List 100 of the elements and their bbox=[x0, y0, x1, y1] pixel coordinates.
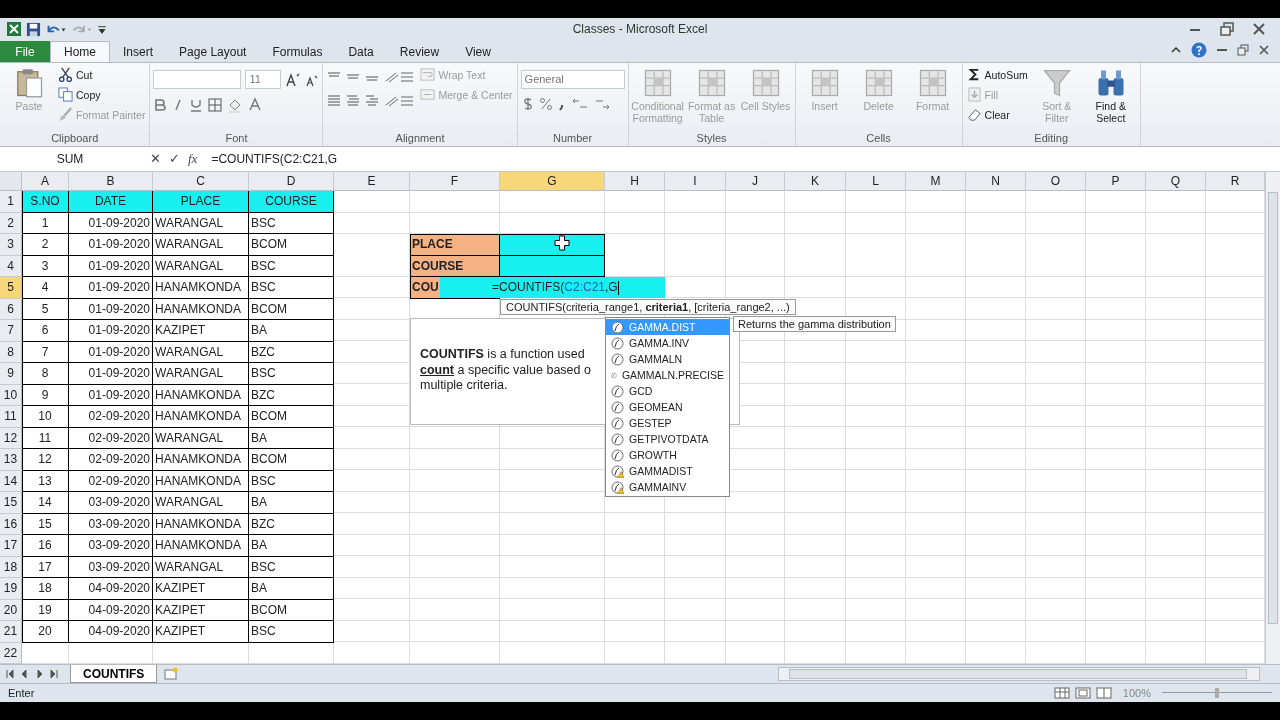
row-header[interactable]: 15 bbox=[0, 492, 22, 514]
ribbon-button[interactable]: Clear bbox=[965, 106, 1029, 123]
row-header[interactable]: 6 bbox=[0, 298, 22, 320]
zoom-slider[interactable] bbox=[1162, 687, 1272, 699]
row-header[interactable]: 19 bbox=[0, 578, 22, 600]
column-header[interactable]: F bbox=[410, 172, 500, 191]
autocomplete-item[interactable]: GCD bbox=[606, 383, 729, 399]
row-header[interactable]: 20 bbox=[0, 599, 22, 621]
ribbon-button[interactable]: Cut bbox=[57, 66, 147, 83]
close-icon[interactable] bbox=[1252, 22, 1266, 36]
align-icon[interactable] bbox=[345, 94, 362, 108]
column-header[interactable]: L bbox=[846, 172, 906, 191]
autocomplete-item[interactable]: GETPIVOTDATA bbox=[606, 431, 729, 447]
font-name-field[interactable] bbox=[153, 70, 242, 89]
criteria-value-cell[interactable] bbox=[500, 255, 605, 277]
number-format-field[interactable]: General bbox=[520, 70, 625, 89]
autocomplete-item[interactable]: GAMMA.INV bbox=[606, 335, 729, 351]
row-header[interactable]: 7 bbox=[0, 320, 22, 342]
sheet-tab[interactable]: COUNTIFS bbox=[70, 665, 158, 683]
name-box[interactable]: SUM bbox=[0, 152, 140, 166]
horizontal-scrollbar[interactable] bbox=[778, 667, 1260, 681]
column-header[interactable]: O bbox=[1026, 172, 1086, 191]
row-header[interactable]: 17 bbox=[0, 535, 22, 557]
column-header[interactable]: P bbox=[1086, 172, 1146, 191]
row-header[interactable]: 18 bbox=[0, 556, 22, 578]
column-header[interactable]: E bbox=[334, 172, 410, 191]
ribbon-tab[interactable]: Page Layout bbox=[166, 41, 260, 62]
row-header[interactable]: 10 bbox=[0, 384, 22, 406]
fill-color-icon[interactable] bbox=[227, 97, 244, 113]
column-header[interactable]: G bbox=[500, 172, 605, 191]
criteria-value-cell[interactable] bbox=[500, 234, 605, 256]
ribbon-button[interactable]: Find & Select bbox=[1084, 66, 1137, 126]
font-size-field[interactable]: 11 bbox=[245, 70, 282, 89]
ribbon-tab[interactable]: Formulas bbox=[259, 41, 336, 62]
column-header[interactable]: A bbox=[22, 172, 69, 191]
column-header[interactable]: J bbox=[726, 172, 785, 191]
column-header[interactable]: B bbox=[69, 172, 153, 191]
row-header[interactable]: 2 bbox=[0, 212, 22, 234]
row-header[interactable]: 1 bbox=[0, 191, 22, 213]
save-icon[interactable] bbox=[26, 21, 41, 37]
ribbon-button[interactable]: AutoSum bbox=[965, 66, 1029, 83]
autocomplete-item[interactable]: GAMMAINV bbox=[606, 479, 729, 495]
row-header[interactable]: 12 bbox=[0, 427, 22, 449]
ribbon-tab[interactable]: Review bbox=[386, 41, 453, 62]
ribbon-tab[interactable]: View bbox=[452, 41, 504, 62]
column-header[interactable]: D bbox=[249, 172, 334, 191]
column-header[interactable]: N bbox=[966, 172, 1026, 191]
row-header[interactable]: 22 bbox=[0, 642, 22, 664]
help-icon[interactable] bbox=[1191, 42, 1207, 58]
ribbon-tab[interactable]: Data bbox=[335, 41, 387, 62]
app-icon[interactable] bbox=[6, 21, 22, 37]
row-header[interactable]: 9 bbox=[0, 363, 22, 385]
row-header[interactable]: 16 bbox=[0, 513, 22, 535]
enter-button[interactable]: ✓ bbox=[169, 151, 180, 167]
font-color-icon[interactable] bbox=[247, 97, 264, 113]
row-header[interactable]: 4 bbox=[0, 255, 22, 277]
row-header[interactable]: 11 bbox=[0, 406, 22, 428]
column-header[interactable]: Q bbox=[1146, 172, 1206, 191]
bold-icon[interactable] bbox=[153, 98, 168, 112]
close-icon[interactable] bbox=[1258, 44, 1270, 56]
autocomplete-item[interactable]: GESTEP bbox=[606, 415, 729, 431]
file-tab[interactable]: File bbox=[0, 41, 50, 62]
column-header[interactable]: M bbox=[906, 172, 966, 191]
new-sheet-icon[interactable] bbox=[163, 667, 180, 681]
column-header[interactable]: I bbox=[665, 172, 726, 191]
insert-function-button[interactable]: fx bbox=[188, 151, 198, 167]
cell-editor[interactable]: =COUNTIFS(C2:C21,G bbox=[440, 277, 665, 298]
restore-icon[interactable] bbox=[1237, 44, 1249, 56]
column-header[interactable]: H bbox=[605, 172, 665, 191]
autocomplete-item[interactable]: GAMMADIST bbox=[606, 463, 729, 479]
row-header[interactable]: 13 bbox=[0, 449, 22, 471]
row-header[interactable]: 3 bbox=[0, 234, 22, 256]
align-icon[interactable] bbox=[364, 94, 381, 108]
autocomplete-item[interactable]: GROWTH bbox=[606, 447, 729, 463]
table-cell: 02-09-2020 bbox=[69, 406, 153, 428]
page-layout-icon[interactable] bbox=[1074, 687, 1091, 699]
column-header[interactable]: C bbox=[153, 172, 249, 191]
restore-icon[interactable] bbox=[1220, 22, 1234, 36]
grow-font-icon[interactable] bbox=[285, 71, 302, 88]
row-header[interactable]: 21 bbox=[0, 621, 22, 643]
row-header[interactable]: 5 bbox=[0, 277, 22, 299]
column-header[interactable]: K bbox=[785, 172, 846, 191]
autocomplete-item[interactable]: GEOMEAN bbox=[606, 399, 729, 415]
normal-view-icon[interactable] bbox=[1053, 687, 1070, 699]
borders-icon[interactable] bbox=[207, 97, 224, 113]
vertical-scrollbar[interactable] bbox=[1265, 172, 1280, 664]
page-break-icon[interactable] bbox=[1095, 687, 1112, 699]
ribbon-button[interactable]: Copy bbox=[57, 86, 147, 103]
align-icon[interactable] bbox=[326, 94, 343, 108]
underline-icon[interactable] bbox=[189, 98, 204, 112]
cancel-button[interactable]: ✕ bbox=[150, 151, 161, 167]
group-label: Number bbox=[552, 132, 594, 146]
autocomplete-item[interactable]: GAMMALN.PRECISE bbox=[606, 367, 729, 383]
row-header[interactable]: 8 bbox=[0, 341, 22, 363]
column-header[interactable]: R bbox=[1206, 172, 1265, 191]
row-header[interactable]: 14 bbox=[0, 470, 22, 492]
autocomplete-item[interactable]: GAMMALN bbox=[606, 351, 729, 367]
ribbon-tab[interactable]: Home bbox=[50, 41, 110, 62]
ribbon-tab[interactable]: Insert bbox=[110, 41, 167, 62]
formula-field[interactable]: =COUNTIFS(C2:C21,G bbox=[207, 152, 338, 166]
